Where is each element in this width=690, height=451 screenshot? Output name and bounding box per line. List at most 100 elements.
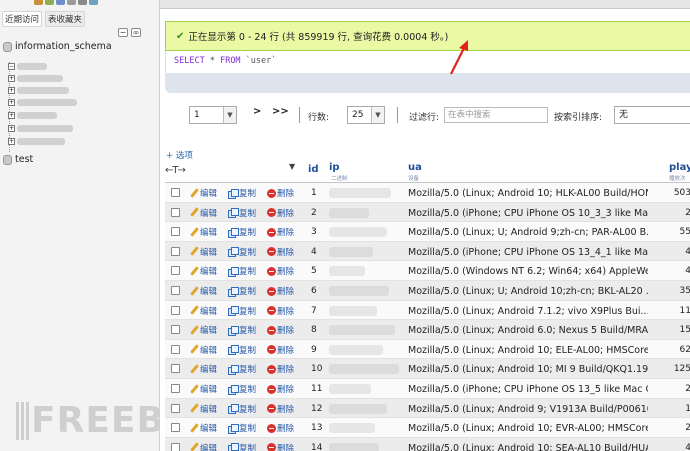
delete-button[interactable]: 删除 bbox=[267, 226, 294, 238]
cell-ip-redacted[interactable] bbox=[329, 403, 387, 414]
home-icon[interactable] bbox=[34, 0, 43, 5]
cell-id[interactable]: 5 bbox=[311, 266, 317, 276]
cell-id[interactable]: 3 bbox=[311, 227, 317, 237]
cell-id[interactable]: 8 bbox=[311, 325, 317, 335]
edit-button[interactable]: 编辑 bbox=[190, 442, 217, 451]
delete-button[interactable]: 删除 bbox=[267, 403, 294, 415]
edit-button[interactable]: 编辑 bbox=[190, 207, 217, 219]
cell-ua[interactable]: Mozilla/5.0 (Linux; Android 6.0; Nexus 5… bbox=[408, 325, 648, 336]
table-row[interactable]: 编辑 复制 删除 5 Mozilla/5.0 (Windows NT 6.2; Win6… bbox=[165, 261, 690, 281]
delete-button[interactable]: 删除 bbox=[267, 285, 294, 297]
expand-icon[interactable]: + bbox=[8, 87, 15, 94]
cell-play[interactable]: 4 bbox=[671, 266, 690, 276]
row-checkbox[interactable] bbox=[171, 227, 180, 237]
cell-play[interactable]: 35 bbox=[671, 286, 690, 296]
docs-icon[interactable] bbox=[56, 0, 65, 5]
row-checkbox[interactable] bbox=[171, 286, 180, 295]
edit-button[interactable]: 编辑 bbox=[190, 187, 217, 199]
edit-button[interactable]: 编辑 bbox=[190, 344, 217, 356]
cell-id[interactable]: 11 bbox=[311, 384, 322, 394]
next-page-button[interactable]: > bbox=[253, 106, 261, 117]
cell-ip-redacted[interactable] bbox=[329, 423, 375, 434]
link-icon[interactable]: ∞ bbox=[131, 28, 141, 37]
info-icon[interactable] bbox=[67, 0, 76, 5]
copy-button[interactable]: 复制 bbox=[228, 207, 256, 219]
table-row[interactable]: 编辑 复制 删除 4 Mozilla/5.0 (iPhone; CPU iPhone O… bbox=[165, 241, 690, 262]
cell-play[interactable]: 11 bbox=[671, 306, 690, 316]
cell-ip-redacted[interactable] bbox=[329, 188, 391, 198]
last-page-button[interactable]: >> bbox=[272, 106, 289, 117]
row-checkbox[interactable] bbox=[171, 246, 180, 256]
cell-play[interactable]: 15 bbox=[671, 325, 690, 335]
tree-item[interactable]: + bbox=[8, 111, 57, 120]
cell-play[interactable]: 55 bbox=[671, 227, 690, 237]
edit-button[interactable]: 编辑 bbox=[190, 403, 217, 415]
cell-ip-redacted[interactable] bbox=[329, 384, 371, 394]
cell-ua[interactable]: Mozilla/5.0 (iPhone; CPU iPhone OS 13_5 … bbox=[408, 384, 648, 395]
cell-ua[interactable]: Mozilla/5.0 (Linux; Android 10; EVR-AL00… bbox=[408, 423, 648, 434]
row-checkbox[interactable] bbox=[171, 207, 180, 217]
cell-id[interactable]: 2 bbox=[311, 208, 317, 218]
expand-icon[interactable]: + bbox=[8, 138, 15, 145]
cell-play[interactable]: 1 bbox=[671, 404, 690, 414]
table-row[interactable]: 编辑 复制 删除 1 Mozilla/5.0 (Linux; Android 10; H… bbox=[165, 183, 690, 203]
edit-button[interactable]: 编辑 bbox=[190, 422, 217, 434]
table-row[interactable]: 编辑 复制 删除 3 Mozilla/5.0 (Linux; U; Android 9;… bbox=[165, 222, 690, 242]
delete-button[interactable]: 删除 bbox=[267, 363, 294, 375]
row-checkbox[interactable] bbox=[171, 305, 180, 315]
sort-dropdown-icon[interactable]: ▼ bbox=[289, 162, 295, 171]
tree-item[interactable]: + bbox=[8, 124, 73, 133]
reload-icon[interactable] bbox=[89, 0, 98, 5]
delete-button[interactable]: 删除 bbox=[267, 422, 294, 434]
cell-id[interactable]: 10 bbox=[311, 364, 322, 374]
edit-button[interactable]: 编辑 bbox=[190, 324, 217, 336]
expand-icon[interactable]: − bbox=[8, 63, 15, 70]
cell-ip-redacted[interactable] bbox=[329, 246, 373, 257]
edit-button[interactable]: 编辑 bbox=[190, 226, 217, 238]
cell-ua[interactable]: Mozilla/5.0 (Linux; Android 9; V1913A Bu… bbox=[408, 404, 648, 415]
table-row[interactable]: 编辑 复制 删除 9 Mozilla/5.0 (Linux; Android 10; E… bbox=[165, 339, 690, 360]
cell-id[interactable]: 14 bbox=[311, 443, 322, 451]
expand-icon[interactable]: + bbox=[8, 125, 15, 132]
cell-play[interactable]: 4 bbox=[671, 247, 690, 257]
copy-button[interactable]: 复制 bbox=[228, 324, 256, 336]
cell-ua[interactable]: Mozilla/5.0 (Linux; Android 10; HLK-AL00… bbox=[408, 188, 648, 199]
cell-ip-redacted[interactable] bbox=[329, 207, 369, 218]
table-row[interactable]: 编辑 复制 删除 6 Mozilla/5.0 (Linux; U; Android 10… bbox=[165, 281, 690, 301]
delete-button[interactable]: 删除 bbox=[267, 383, 294, 395]
column-header-ua[interactable]: ua bbox=[408, 162, 422, 173]
cell-ua[interactable]: Mozilla/5.0 (Linux; Android 10; MI 9 Bui… bbox=[408, 364, 648, 375]
copy-button[interactable]: 复制 bbox=[228, 265, 256, 277]
cell-ua[interactable]: Mozilla/5.0 (Linux; Android 10; ELE-AL00… bbox=[408, 345, 648, 356]
cell-ua[interactable]: Mozilla/5.0 (Linux; Android 10; SEA-AL10… bbox=[408, 443, 648, 451]
edit-button[interactable]: 编辑 bbox=[190, 285, 217, 297]
cell-ip-redacted[interactable] bbox=[329, 227, 387, 238]
copy-button[interactable]: 复制 bbox=[228, 344, 256, 356]
row-checkbox[interactable] bbox=[171, 344, 180, 354]
cell-ua[interactable]: Mozilla/5.0 (iPhone; CPU iPhone OS 13_4_… bbox=[408, 247, 648, 258]
row-checkbox[interactable] bbox=[171, 325, 180, 335]
row-checkbox[interactable] bbox=[171, 423, 180, 433]
cell-ip-redacted[interactable] bbox=[329, 305, 377, 316]
tab-favorites[interactable]: 表收藏夹 bbox=[45, 11, 86, 27]
cell-ua[interactable]: Mozilla/5.0 (iPhone; CPU iPhone OS 10_3_… bbox=[408, 208, 648, 219]
gear-icon[interactable] bbox=[78, 0, 87, 5]
table-row[interactable]: 编辑 复制 删除 8 Mozilla/5.0 (Linux; Android 6.0; … bbox=[165, 320, 690, 340]
copy-button[interactable]: 复制 bbox=[228, 187, 256, 199]
sort-select[interactable]: 无 bbox=[614, 106, 690, 124]
cell-ip-redacted[interactable] bbox=[329, 364, 399, 375]
expand-icon[interactable]: + bbox=[8, 99, 15, 106]
db-information-schema[interactable]: information_schema bbox=[3, 41, 112, 52]
copy-button[interactable]: 复制 bbox=[228, 246, 256, 258]
rows-select[interactable]: 25 ▼ bbox=[347, 106, 385, 124]
column-nav-arrows[interactable]: ←T→ bbox=[165, 165, 186, 176]
cell-ua[interactable]: Mozilla/5.0 (Linux; U; Android 9;zh-cn; … bbox=[408, 227, 648, 238]
table-row[interactable]: 编辑 复制 删除 10 Mozilla/5.0 (Linux; Android 10; … bbox=[165, 359, 690, 379]
row-checkbox[interactable] bbox=[171, 384, 180, 393]
cell-id[interactable]: 4 bbox=[311, 247, 317, 257]
cell-ua[interactable]: Mozilla/5.0 (Windows NT 6.2; Win64; x64)… bbox=[408, 266, 648, 277]
table-row[interactable]: 编辑 复制 删除 2 Mozilla/5.0 (iPhone; CPU iPhone O… bbox=[165, 202, 690, 223]
cell-play[interactable]: 2 bbox=[671, 384, 690, 394]
table-row[interactable]: 编辑 复制 删除 12 Mozilla/5.0 (Linux; Android 9; V… bbox=[165, 398, 690, 419]
delete-button[interactable]: 删除 bbox=[267, 207, 294, 219]
